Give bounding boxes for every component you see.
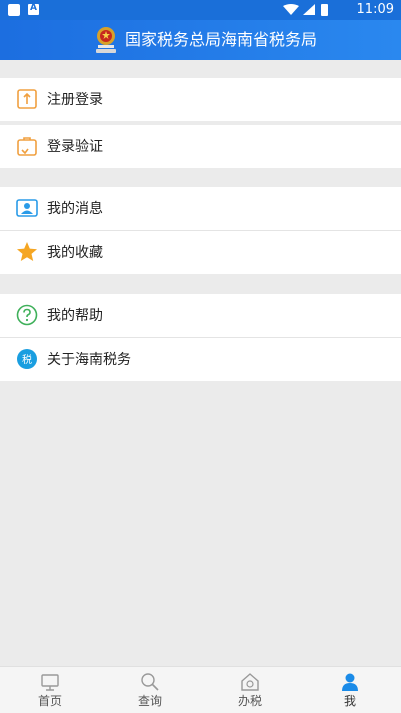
tax-emblem-icon: [96, 27, 116, 53]
tab-home[interactable]: 首页: [0, 667, 100, 713]
menu-group-verify: 登录验证: [0, 125, 401, 168]
tab-tax-service[interactable]: 办税: [200, 667, 300, 713]
menu-item-login-verify[interactable]: 登录验证: [0, 125, 401, 168]
menu-item-label: 注册登录: [47, 92, 103, 108]
menu-item-label: 我的收藏: [47, 245, 103, 261]
signal-icon: [303, 4, 315, 15]
menu-item-about[interactable]: 税 关于海南税务: [0, 338, 401, 381]
bottom-tab-bar: 首页 查询 办税 我: [0, 666, 401, 713]
app-notification-icon: [28, 3, 39, 15]
notification-icon: [8, 4, 20, 16]
login-verify-icon: [17, 137, 37, 156]
computer-icon: [41, 674, 59, 691]
menu-item-label: 关于海南税务: [47, 352, 131, 368]
tax-building-icon: [241, 673, 259, 691]
person-icon: [342, 673, 358, 691]
menu-item-register-login[interactable]: 注册登录: [0, 78, 401, 121]
menu-item-messages[interactable]: 我的消息: [0, 187, 401, 231]
app-header: 国家税务总局海南省税务局: [0, 20, 401, 60]
menu-group-personal: 我的消息 我的收藏: [0, 187, 401, 274]
menu-group-about: 我的帮助 税 关于海南税务: [0, 294, 401, 381]
help-icon: [16, 304, 38, 326]
message-icon: [16, 199, 38, 217]
menu-item-label: 登录验证: [47, 139, 103, 155]
battery-icon: [321, 4, 328, 16]
menu-group-account: 注册登录: [0, 78, 401, 121]
register-login-icon: [17, 89, 37, 109]
menu-item-label: 我的消息: [47, 201, 103, 217]
tab-query[interactable]: 查询: [100, 667, 200, 713]
tab-label: 查询: [137, 694, 162, 708]
tax-badge-icon: 税: [17, 349, 37, 369]
star-icon: [17, 242, 37, 261]
tab-label: 首页: [37, 694, 62, 708]
tab-label: 办税: [237, 694, 262, 708]
wifi-icon: [283, 4, 299, 15]
search-icon: [141, 673, 159, 691]
tab-me[interactable]: 我: [300, 667, 400, 713]
page-title: 国家税务总局海南省税务局: [125, 30, 318, 49]
svg-text:税: 税: [22, 353, 32, 366]
menu-item-label: 我的帮助: [47, 308, 103, 324]
menu-item-help[interactable]: 我的帮助: [0, 294, 401, 338]
status-bar: 11:09: [0, 0, 401, 20]
clock: 11:09: [356, 2, 394, 17]
system-status-icons: [283, 4, 328, 16]
menu-item-favorites[interactable]: 我的收藏: [0, 231, 401, 274]
tab-label: 我: [343, 694, 356, 708]
